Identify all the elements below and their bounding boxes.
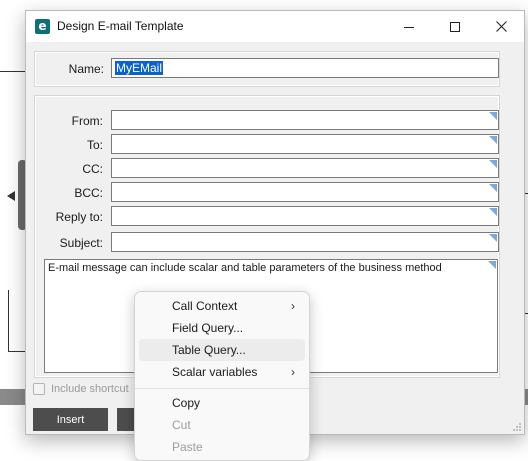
name-input[interactable]: MyEMail xyxy=(111,58,499,78)
close-button[interactable] xyxy=(478,11,524,42)
menu-item-label: Scalar variables xyxy=(172,365,258,379)
reply-to-field[interactable] xyxy=(111,206,499,226)
window-title: Design E-mail Template xyxy=(57,19,184,33)
menu-item-label: Cut xyxy=(172,418,191,432)
reply-to-label: Reply to: xyxy=(55,210,103,224)
menu-separator xyxy=(135,388,309,389)
canvas-bar xyxy=(0,389,25,405)
close-icon xyxy=(495,21,507,32)
cc-label: CC: xyxy=(82,162,103,176)
field-corner-icon xyxy=(489,208,497,216)
include-shortcut-checkbox[interactable] xyxy=(33,383,45,395)
resize-grip-icon[interactable] xyxy=(512,422,522,432)
app-icon: e xyxy=(35,19,50,34)
from-field[interactable] xyxy=(111,110,499,130)
subject-field[interactable] xyxy=(111,232,499,252)
menu-item-table-query[interactable]: Table Query... xyxy=(139,339,305,361)
maximize-button[interactable] xyxy=(432,11,478,42)
bcc-label: BCC: xyxy=(74,186,103,200)
menu-item-label: Copy xyxy=(172,396,201,410)
field-corner-icon xyxy=(489,234,497,242)
subject-label: Subject: xyxy=(59,236,103,250)
menu-item-scalar-variables[interactable]: Scalar variables › xyxy=(139,361,305,383)
field-corner-icon xyxy=(489,184,497,192)
canvas-connector xyxy=(8,290,9,352)
maximize-icon xyxy=(450,21,460,32)
include-shortcut-option[interactable]: Include shortcut xyxy=(33,383,129,395)
menu-item-label: Field Query... xyxy=(172,321,244,335)
title-bar[interactable]: e Design E-mail Template xyxy=(26,11,524,42)
field-corner-icon xyxy=(489,160,497,168)
to-label: To: xyxy=(86,138,103,152)
field-corner-icon xyxy=(489,112,497,120)
bcc-field[interactable] xyxy=(111,182,499,202)
menu-item-copy[interactable]: Copy xyxy=(139,392,305,414)
menu-item-paste[interactable]: Paste xyxy=(139,436,305,458)
menu-item-label: Paste xyxy=(172,440,203,454)
canvas-arrow-icon xyxy=(7,191,15,201)
canvas-connector xyxy=(8,351,25,352)
menu-item-field-query[interactable]: Field Query... xyxy=(139,317,305,339)
context-menu: Call Context › Field Query... Table Quer… xyxy=(134,291,310,461)
insert-button[interactable]: Insert xyxy=(33,408,108,431)
chevron-right-icon: › xyxy=(291,299,295,313)
cc-field[interactable] xyxy=(111,158,499,178)
menu-item-call-context[interactable]: Call Context › xyxy=(139,295,305,317)
menu-item-label: Call Context xyxy=(172,299,238,313)
menu-item-cut[interactable]: Cut xyxy=(139,414,305,436)
to-field[interactable] xyxy=(111,134,499,154)
minimize-button[interactable] xyxy=(386,11,432,42)
chevron-right-icon: › xyxy=(291,365,295,379)
canvas-connector xyxy=(0,71,25,72)
menu-item-label: Table Query... xyxy=(172,343,246,357)
minimize-icon xyxy=(404,26,414,28)
message-body-text: E-mail message can include scalar and ta… xyxy=(48,262,442,274)
include-shortcut-label: Include shortcut xyxy=(51,383,129,395)
from-label: From: xyxy=(71,114,103,128)
field-corner-icon xyxy=(489,136,497,144)
name-label: Name: xyxy=(68,62,104,76)
name-value: MyEMail xyxy=(115,61,164,75)
field-corner-icon xyxy=(488,261,496,269)
